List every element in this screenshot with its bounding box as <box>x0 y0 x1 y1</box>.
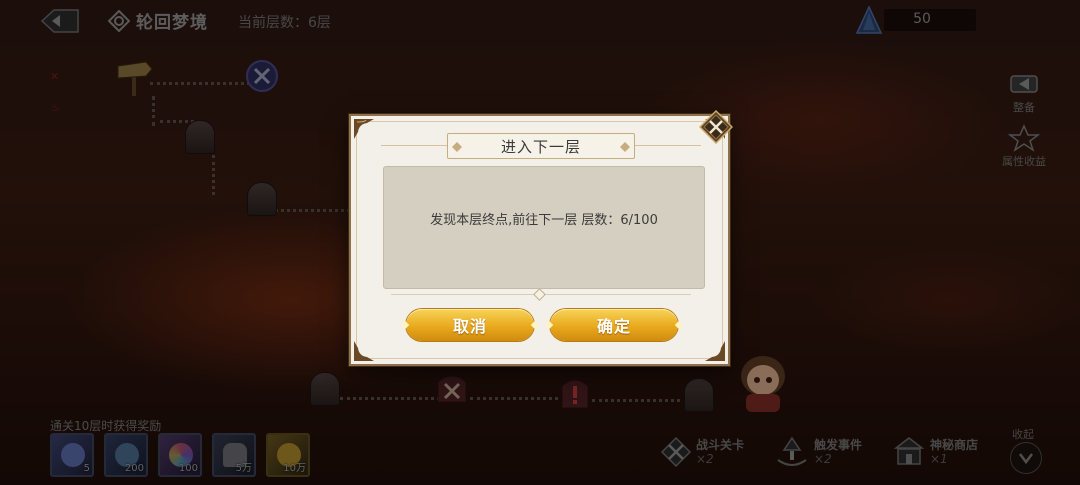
corner-ornament-icon <box>705 341 725 361</box>
corner-ornament-icon <box>354 341 374 361</box>
diamond-icon <box>452 142 462 152</box>
next-floor-dialog: 进入下一层 发现本层终点,前往下一层 层数：6/100 取消 确定 <box>349 114 730 366</box>
close-icon[interactable] <box>699 110 733 144</box>
dialog-message: 发现本层终点,前往下一层 层数：6/100 <box>430 213 658 228</box>
cancel-button[interactable]: 取消 <box>406 309 534 341</box>
dialog-title: 进入下一层 <box>500 137 581 156</box>
corner-ornament-icon <box>354 119 374 139</box>
message-box: 发现本层终点,前往下一层 层数：6/100 <box>383 166 705 289</box>
confirm-button[interactable]: 确定 <box>550 309 678 341</box>
diamond-icon <box>620 142 630 152</box>
title-divider <box>635 145 701 146</box>
title-divider <box>381 145 447 146</box>
dialog-title-bar: 进入下一层 <box>447 133 635 159</box>
